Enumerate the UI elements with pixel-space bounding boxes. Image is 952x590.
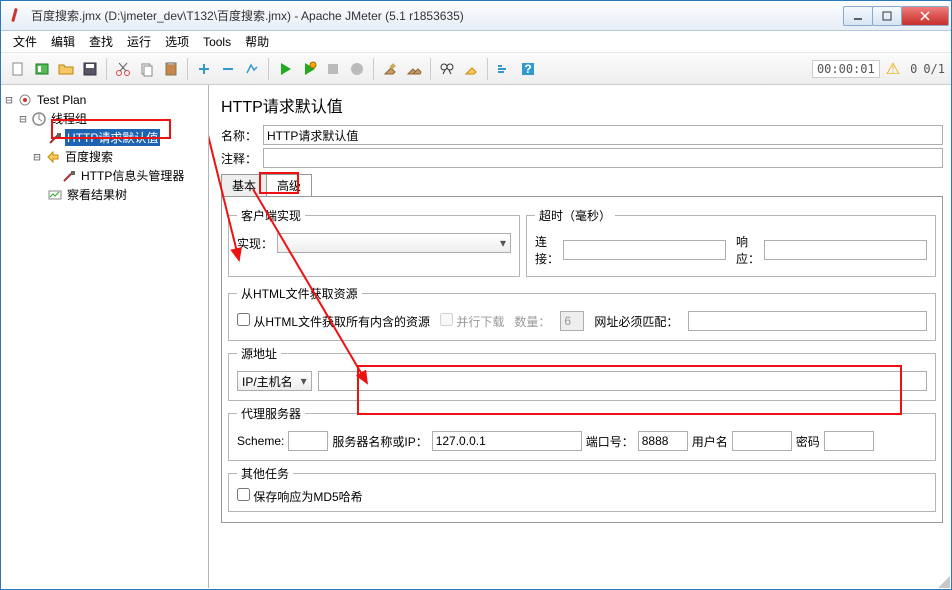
menu-tools[interactable]: Tools: [197, 33, 237, 51]
count-input: [560, 311, 584, 331]
retrieve-check[interactable]: 从HTML文件获取所有内含的资源: [237, 313, 430, 330]
panel-title: HTTP请求默认值: [221, 93, 943, 117]
count-label: 数量：: [514, 313, 550, 330]
save-icon[interactable]: [79, 58, 101, 80]
impl-label: 实现：: [237, 235, 273, 252]
response-label: 响应：: [736, 233, 760, 267]
menu-search[interactable]: 查找: [83, 31, 119, 52]
copy-icon[interactable]: [136, 58, 158, 80]
error-count: 0: [910, 62, 917, 76]
source-type-combo[interactable]: IP/主机名: [237, 371, 312, 391]
other-legend: 其他任务: [237, 465, 293, 482]
shutdown-icon[interactable]: [346, 58, 368, 80]
scheme-label: Scheme:: [237, 434, 284, 448]
tree-root[interactable]: Test Plan: [35, 93, 88, 107]
menu-options[interactable]: 选项: [159, 31, 195, 52]
test-plan-tree[interactable]: ⊟Test Plan ⊟线程组 HTTP请求默认值 ⊟百度搜索 HTTP信息头管…: [1, 85, 209, 588]
warning-icon[interactable]: ⚠: [886, 59, 900, 79]
menu-run[interactable]: 运行: [121, 31, 157, 52]
user-label: 用户名: [692, 433, 728, 450]
menubar: 文件 编辑 查找 运行 选项 Tools 帮助: [1, 31, 951, 53]
tree-header-mgr[interactable]: HTTP信息头管理器: [79, 167, 186, 184]
toolbar: ? 00:00:01 ⚠ 0 0/1: [1, 53, 951, 85]
reset-search-icon[interactable]: [460, 58, 482, 80]
open-icon[interactable]: [55, 58, 77, 80]
annotation-box: [51, 119, 171, 139]
match-input[interactable]: [688, 311, 927, 331]
expander-icon[interactable]: ⊟: [3, 93, 15, 107]
md5-check[interactable]: 保存响应为MD5哈希: [237, 490, 363, 504]
config-icon: [61, 168, 77, 184]
clear-all-icon[interactable]: [403, 58, 425, 80]
cut-icon[interactable]: [112, 58, 134, 80]
menu-file[interactable]: 文件: [7, 31, 43, 52]
elapsed-time: 00:00:01: [812, 60, 880, 78]
minimize-button[interactable]: [843, 6, 873, 26]
response-input[interactable]: [764, 240, 927, 260]
proxy-legend: 代理服务器: [237, 405, 305, 422]
comment-label: 注释：: [221, 150, 263, 167]
titlebar: 百度搜索.jmx (D:\jmeter_dev\T132\百度搜索.jmx) -…: [1, 1, 951, 31]
embedded-legend: 从HTML文件获取资源: [237, 285, 362, 302]
clear-icon[interactable]: [379, 58, 401, 80]
threadgroup-icon: [31, 111, 47, 127]
tree-view-results[interactable]: 察看结果树: [65, 186, 129, 203]
concurrent-check: 并行下载: [440, 313, 504, 330]
scheme-input[interactable]: [288, 431, 328, 451]
source-legend: 源地址: [237, 345, 281, 362]
sampler-icon: [45, 149, 61, 165]
connect-label: 连接：: [535, 233, 559, 267]
annotation-box: [357, 365, 902, 415]
comment-input[interactable]: [263, 148, 943, 168]
search-icon[interactable]: [436, 58, 458, 80]
expander-icon[interactable]: ⊟: [17, 112, 29, 126]
server-label: 服务器名称或IP：: [332, 433, 427, 450]
maximize-button[interactable]: [872, 6, 902, 26]
function-helper-icon[interactable]: [493, 58, 515, 80]
new-icon[interactable]: [7, 58, 29, 80]
help-icon[interactable]: ?: [517, 58, 539, 80]
listener-icon: [47, 187, 63, 203]
pass-label: 密码: [796, 433, 820, 450]
svg-text:?: ?: [524, 62, 531, 76]
port-input[interactable]: [638, 431, 688, 451]
templates-icon[interactable]: [31, 58, 53, 80]
start-notimer-icon[interactable]: [298, 58, 320, 80]
pass-input[interactable]: [824, 431, 874, 451]
collapse-icon[interactable]: [217, 58, 239, 80]
client-impl-legend: 客户端实现: [237, 207, 305, 224]
expander-icon[interactable]: ⊟: [31, 150, 43, 164]
impl-combo[interactable]: [277, 233, 511, 253]
toggle-icon[interactable]: [241, 58, 263, 80]
menu-edit[interactable]: 编辑: [45, 31, 81, 52]
config-panel: HTTP请求默认值 名称： 注释： 基本 高级 客户端实现 实现：: [209, 85, 951, 588]
start-icon[interactable]: [274, 58, 296, 80]
server-input[interactable]: [432, 431, 582, 451]
annotation-box: [259, 172, 299, 194]
tree-baidu[interactable]: 百度搜索: [63, 148, 115, 165]
menu-help[interactable]: 帮助: [239, 31, 275, 52]
expand-icon[interactable]: [193, 58, 215, 80]
thread-count: 0/1: [923, 62, 945, 76]
paste-icon[interactable]: [160, 58, 182, 80]
timeout-legend: 超时（毫秒）: [535, 207, 615, 224]
match-label: 网址必须匹配：: [594, 313, 678, 330]
user-input[interactable]: [732, 431, 792, 451]
app-icon: [7, 8, 23, 24]
stop-icon[interactable]: [322, 58, 344, 80]
name-input[interactable]: [263, 125, 943, 145]
testplan-icon: [17, 92, 33, 108]
name-label: 名称：: [221, 127, 263, 144]
close-button[interactable]: [901, 6, 949, 26]
window-title: 百度搜索.jmx (D:\jmeter_dev\T132\百度搜索.jmx) -…: [27, 7, 844, 24]
connect-input[interactable]: [563, 240, 726, 260]
resize-grip[interactable]: [936, 574, 950, 588]
port-label: 端口号：: [586, 433, 634, 450]
